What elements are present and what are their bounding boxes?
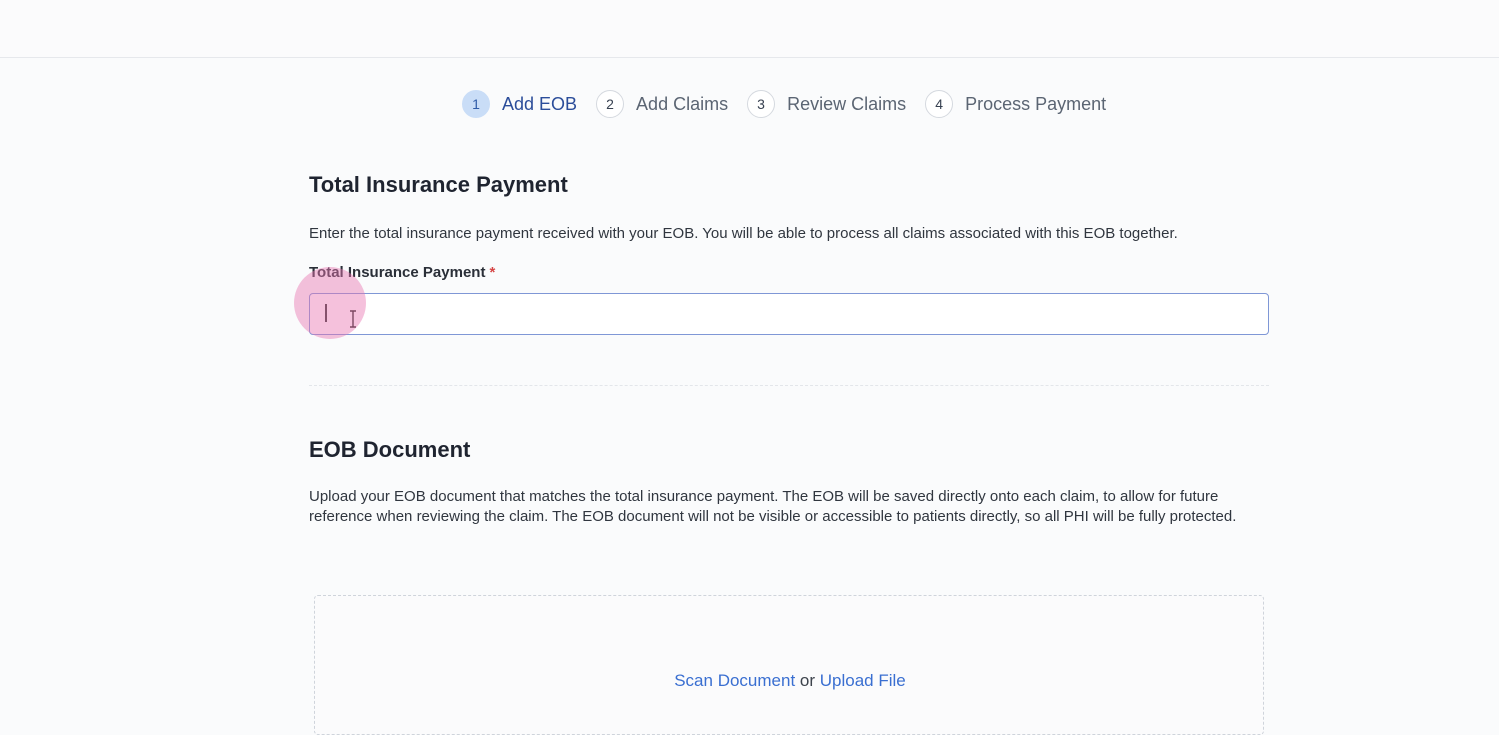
- payment-section-description: Enter the total insurance payment receiv…: [309, 225, 1178, 242]
- step-process-payment[interactable]: 4 Process Payment: [925, 90, 1106, 118]
- section-divider: [309, 385, 1269, 386]
- step-number: 4: [925, 90, 954, 118]
- payment-field-label-text: Total Insurance Payment: [309, 264, 486, 281]
- step-review-claims[interactable]: 3 Review Claims: [747, 90, 906, 118]
- step-label: Review Claims: [787, 93, 907, 114]
- step-number: 1: [462, 90, 490, 118]
- step-add-eob[interactable]: 1 Add EOB: [462, 90, 577, 118]
- step-label: Process Payment: [965, 93, 1107, 114]
- step-number: 2: [596, 90, 625, 118]
- step-label: Add EOB: [502, 93, 578, 114]
- text-caret: [325, 304, 327, 322]
- eob-upload-dropzone[interactable]: Scan Document or Upload File: [314, 595, 1264, 735]
- eob-section-description: Upload your EOB document that matches th…: [309, 488, 1237, 525]
- required-marker: *: [489, 264, 496, 281]
- upload-file-link[interactable]: Upload File: [820, 671, 906, 690]
- step-number: 3: [747, 90, 776, 118]
- payment-section-title: Total Insurance Payment: [309, 172, 568, 197]
- step-label: Add Claims: [636, 93, 729, 114]
- total-payment-input[interactable]: [309, 293, 1269, 335]
- top-bar: [0, 0, 1499, 58]
- text-cursor-icon: [350, 310, 356, 328]
- scan-document-link[interactable]: Scan Document: [674, 671, 795, 690]
- payment-field-label: Total Insurance Payment *: [309, 264, 495, 281]
- dropzone-actions: Scan Document or Upload File: [315, 671, 1265, 691]
- step-add-claims[interactable]: 2 Add Claims: [596, 90, 728, 118]
- eob-section-title: EOB Document: [309, 437, 471, 462]
- progress-stepper: 1 Add EOB 2 Add Claims 3 Review Claims 4…: [462, 88, 1125, 120]
- or-text: or: [799, 671, 816, 690]
